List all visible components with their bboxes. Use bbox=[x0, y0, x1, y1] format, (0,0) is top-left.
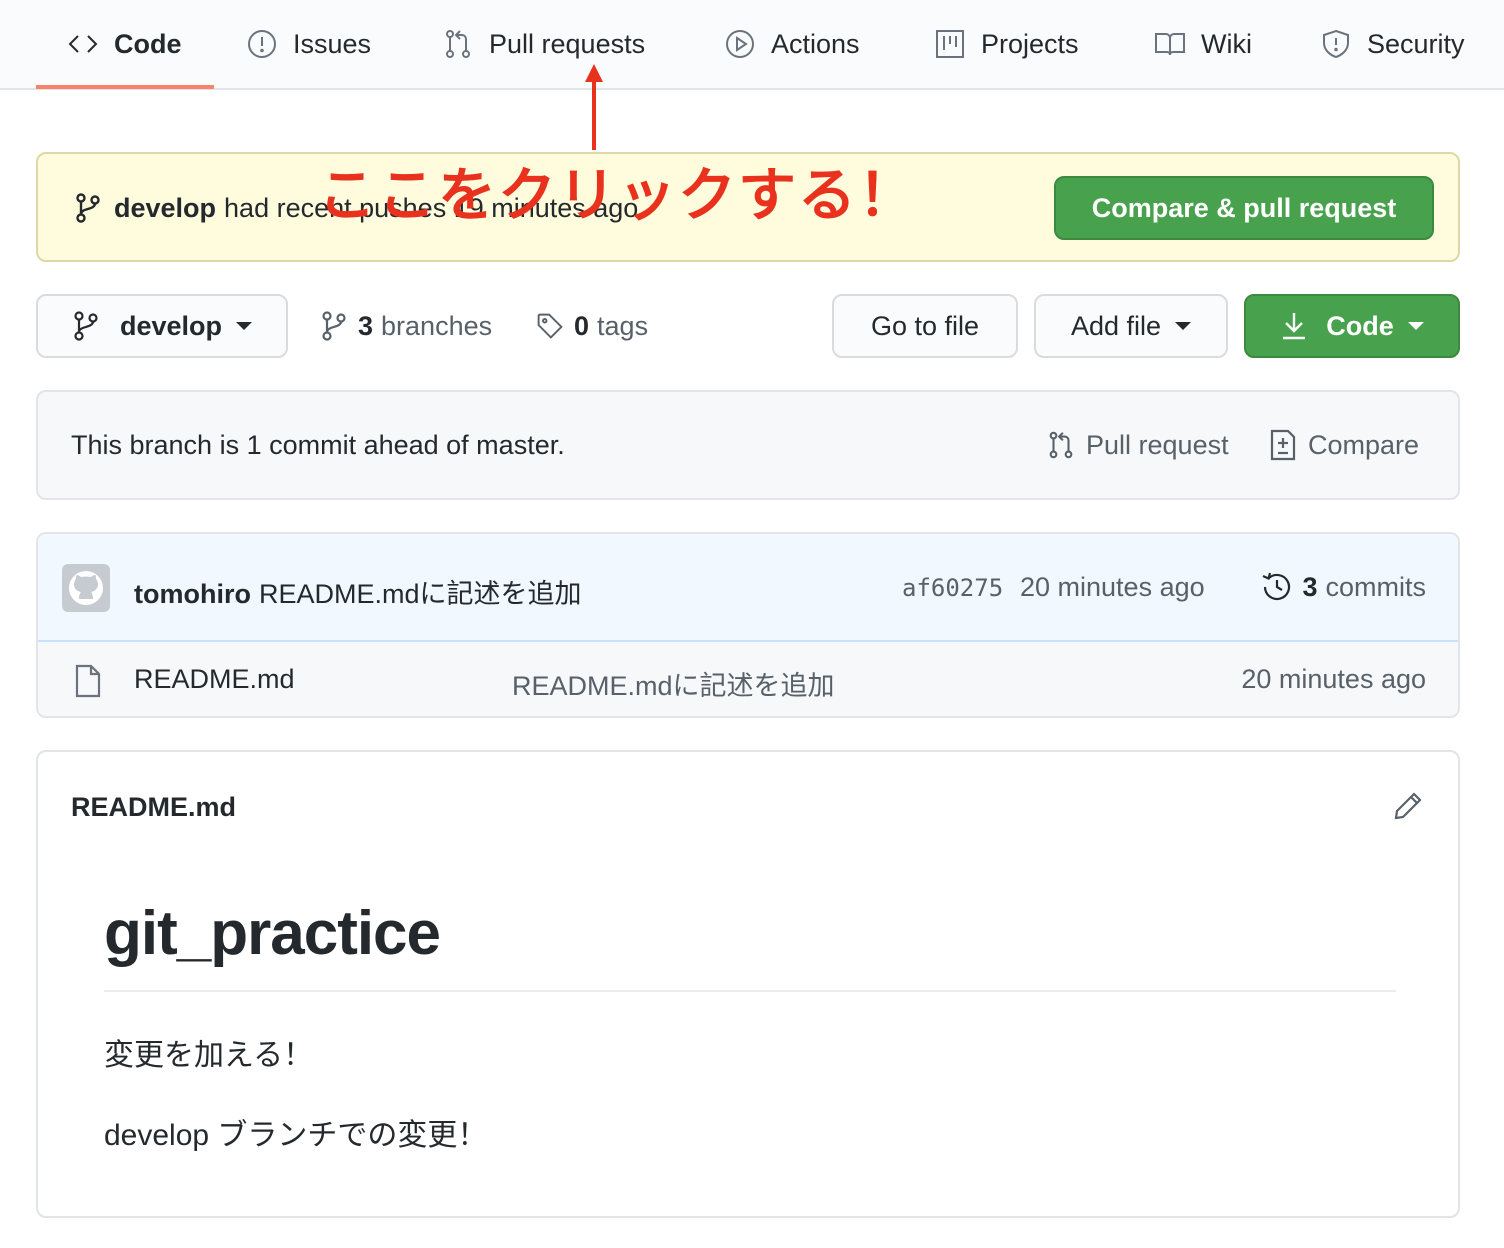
table-row[interactable]: README.md README.mdに記述を追加 20 minutes ago bbox=[38, 642, 1458, 716]
commit-author[interactable]: tomohiro bbox=[134, 579, 251, 609]
add-file-label: Add file bbox=[1070, 310, 1162, 341]
commits-count: 3 bbox=[1302, 571, 1318, 602]
chevron-down-icon bbox=[236, 322, 253, 330]
branches-link[interactable]: 3 branches bbox=[320, 306, 492, 346]
download-icon bbox=[1283, 313, 1306, 340]
tab-security[interactable]: Security bbox=[1319, 0, 1465, 88]
file-icon bbox=[74, 664, 102, 698]
commit-title[interactable]: README.mdに記述を追加 bbox=[259, 579, 582, 609]
repo-nav: Code Issues Pull requests Actions Projec… bbox=[0, 0, 1504, 90]
annotation-text: ここをクリックする！ bbox=[318, 163, 919, 228]
tab-label: Issues bbox=[293, 28, 372, 59]
code-download-button[interactable]: Code bbox=[1244, 294, 1460, 358]
compare-link[interactable]: Compare bbox=[1268, 428, 1419, 462]
file-table: tomohiro README.mdに記述を追加 af60275 20 minut… bbox=[36, 532, 1460, 718]
add-file-button[interactable]: Add file bbox=[1034, 294, 1228, 358]
github-octocat-icon bbox=[69, 571, 103, 605]
tab-wiki[interactable]: Wiki bbox=[1153, 0, 1252, 88]
branch-status-text: This branch is 1 commit ahead of master. bbox=[71, 430, 565, 460]
tab-label: Code bbox=[114, 28, 182, 59]
compare-pull-request-button[interactable]: Compare & pull request bbox=[1054, 176, 1434, 240]
file-commit-message[interactable]: README.mdに記述を追加 bbox=[512, 664, 835, 703]
readme-paragraph: 変更を加える！ bbox=[104, 1039, 314, 1072]
code-icon bbox=[66, 27, 100, 61]
commit-time: 20 minutes ago bbox=[1020, 572, 1205, 602]
active-tab-underline bbox=[36, 85, 214, 89]
tab-label: Projects bbox=[981, 28, 1079, 59]
readme-heading: git_practice bbox=[104, 899, 441, 968]
file-name[interactable]: README.md bbox=[134, 664, 295, 695]
readme-paragraph: develop ブランチでの変更！ bbox=[104, 1119, 488, 1152]
branch-select-button[interactable]: develop bbox=[36, 294, 288, 358]
branch-select-label: develop bbox=[120, 310, 223, 341]
tab-pull-requests[interactable]: Pull requests bbox=[441, 0, 645, 88]
tab-code[interactable]: Code bbox=[66, 0, 182, 88]
tab-label: Security bbox=[1367, 28, 1465, 59]
readme-divider bbox=[104, 990, 1396, 992]
branch-icon bbox=[322, 311, 346, 341]
tags-count: 0 bbox=[574, 310, 590, 341]
pull-request-icon bbox=[1049, 431, 1073, 459]
avatar[interactable] bbox=[62, 564, 110, 612]
branch-status-box: This branch is 1 commit ahead of master.… bbox=[36, 390, 1460, 500]
pencil-icon[interactable] bbox=[1392, 790, 1426, 824]
pull-request-icon bbox=[441, 27, 475, 61]
chevron-down-icon bbox=[1175, 322, 1192, 330]
history-icon bbox=[1263, 572, 1291, 601]
tab-issues[interactable]: Issues bbox=[245, 0, 371, 88]
pull-request-link[interactable]: Pull request bbox=[1046, 428, 1229, 462]
tags-label: tags bbox=[597, 310, 649, 341]
tag-icon bbox=[537, 313, 563, 339]
book-icon bbox=[1153, 27, 1187, 61]
issue-icon bbox=[245, 27, 279, 61]
branch-icon bbox=[76, 193, 100, 223]
code-button-label: Code bbox=[1326, 310, 1394, 341]
chevron-down-icon bbox=[1407, 322, 1424, 330]
commits-label: commits bbox=[1325, 571, 1427, 602]
tab-label: Actions bbox=[771, 28, 860, 59]
go-to-file-button[interactable]: Go to file bbox=[832, 294, 1018, 358]
go-to-file-label: Go to file bbox=[870, 310, 980, 341]
tab-projects[interactable]: Projects bbox=[933, 0, 1079, 88]
commit-message: tomohiro README.mdに記述を追加 bbox=[134, 572, 582, 611]
tab-label: Wiki bbox=[1201, 28, 1252, 59]
commits-link[interactable]: 3 commits bbox=[1260, 570, 1426, 604]
branches-label: branches bbox=[381, 310, 493, 341]
latest-commit-row: tomohiro README.mdに記述を追加 af60275 20 minut… bbox=[38, 534, 1458, 642]
file-commit-time: 20 minutes ago bbox=[1241, 664, 1426, 694]
tab-label: Pull requests bbox=[489, 28, 646, 59]
pushed-branch-name[interactable]: develop bbox=[114, 193, 216, 224]
project-icon bbox=[933, 27, 967, 61]
diff-icon bbox=[1270, 429, 1296, 461]
compare-label: Compare bbox=[1308, 429, 1420, 460]
readme-panel: README.md git_practice 変更を加える！ develop ブ… bbox=[36, 750, 1460, 1218]
commit-sha[interactable]: af60275 bbox=[902, 574, 1003, 602]
play-icon bbox=[723, 27, 757, 61]
shield-icon bbox=[1319, 27, 1353, 61]
pull-request-label: Pull request bbox=[1086, 429, 1229, 460]
branches-count: 3 bbox=[358, 310, 374, 341]
annotation-arrow-icon bbox=[585, 64, 603, 150]
readme-filename: README.md bbox=[71, 792, 237, 822]
branch-icon bbox=[74, 311, 98, 341]
tags-link[interactable]: 0 tags bbox=[536, 306, 648, 346]
tab-actions[interactable]: Actions bbox=[723, 0, 860, 88]
